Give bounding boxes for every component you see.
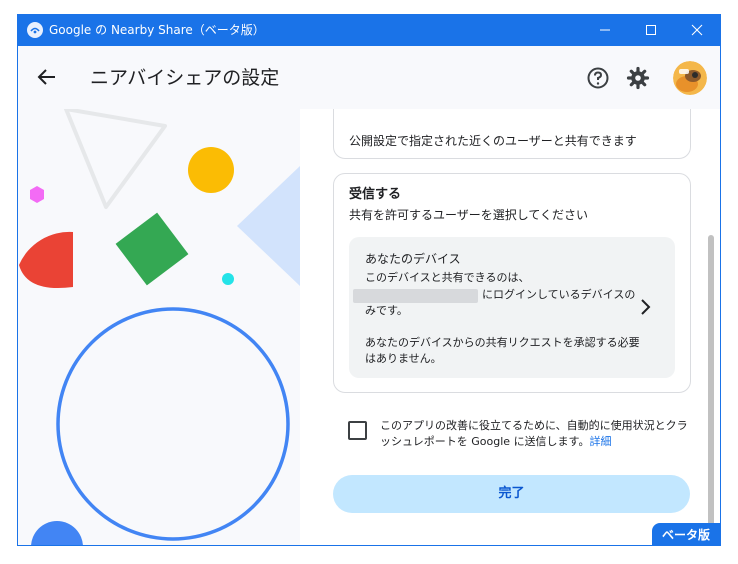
device-desc-line3: みです。 [365, 304, 408, 317]
consent-text: このアプリの改善に役立てるために、自動的に使用状況とクラッシュレポートを Goo… [380, 418, 690, 450]
page-title: ニアバイシェアの設定 [90, 67, 280, 89]
window-title: Google の Nearby Share（ベータ版） [49, 23, 265, 37]
device-desc-line4: あなたのデバイスからの共有リクエストを承認する必要 [365, 336, 640, 349]
usage-stats-checkbox[interactable] [348, 421, 367, 440]
minimize-icon [600, 29, 610, 31]
visibility-card[interactable]: 公開設定で指定された近くのユーザーと共有できます [333, 109, 691, 159]
avatar-image [673, 61, 707, 95]
device-desc-line5: はありません。 [365, 352, 442, 365]
app-window: Google の Nearby Share（ベータ版） ニアバイシェアの設定 公… [17, 14, 721, 546]
device-desc-line1: このデバイスと共有できるのは、 [365, 271, 530, 284]
device-option[interactable]: あなたのデバイス このデバイスと共有できるのは、 にログインしているデバイスの … [349, 237, 675, 378]
back-arrow-icon [37, 69, 55, 85]
close-button[interactable] [674, 15, 720, 46]
shapes-illustration [19, 107, 300, 545]
help-button[interactable] [585, 65, 611, 91]
scrollbar-thumb[interactable] [708, 235, 714, 545]
help-icon [587, 67, 609, 89]
beta-badge: ベータ版 [652, 523, 720, 545]
settings-panel: 公開設定で指定された近くのユーザーと共有できます 受信する 共有を許可するユーザ… [301, 109, 720, 545]
device-option-title: あなたのデバイス [365, 252, 461, 266]
title-bar: Google の Nearby Share（ベータ版） [18, 15, 720, 46]
consent-message: このアプリの改善に役立てるために、自動的に使用状況とクラッシュレポートを Goo… [380, 419, 688, 448]
close-icon [691, 24, 703, 36]
settings-button[interactable] [625, 65, 651, 91]
done-button[interactable]: 完了 [333, 475, 690, 513]
receive-title: 受信する [349, 187, 402, 202]
maximize-icon [646, 25, 656, 35]
decorative-illustration [18, 107, 300, 545]
minimize-button[interactable] [582, 15, 628, 46]
account-avatar[interactable] [673, 61, 707, 95]
receive-subtitle: 共有を許可するユーザーを選択してください [349, 208, 589, 222]
nearby-share-app-icon [27, 22, 43, 38]
receive-card: 受信する 共有を許可するユーザーを選択してください あなたのデバイス このデバイ… [333, 173, 691, 393]
device-desc-line2: にログインしているデバイスの [482, 288, 636, 301]
maximize-button[interactable] [628, 15, 674, 46]
visibility-description: 公開設定で指定された近くのユーザーと共有できます [349, 134, 637, 148]
redacted-account [353, 289, 478, 303]
back-button[interactable] [34, 64, 60, 90]
chevron-right-icon [641, 299, 651, 315]
details-link[interactable]: 詳細 [589, 435, 611, 448]
gear-icon [626, 66, 650, 90]
app-header: ニアバイシェアの設定 [18, 46, 720, 109]
